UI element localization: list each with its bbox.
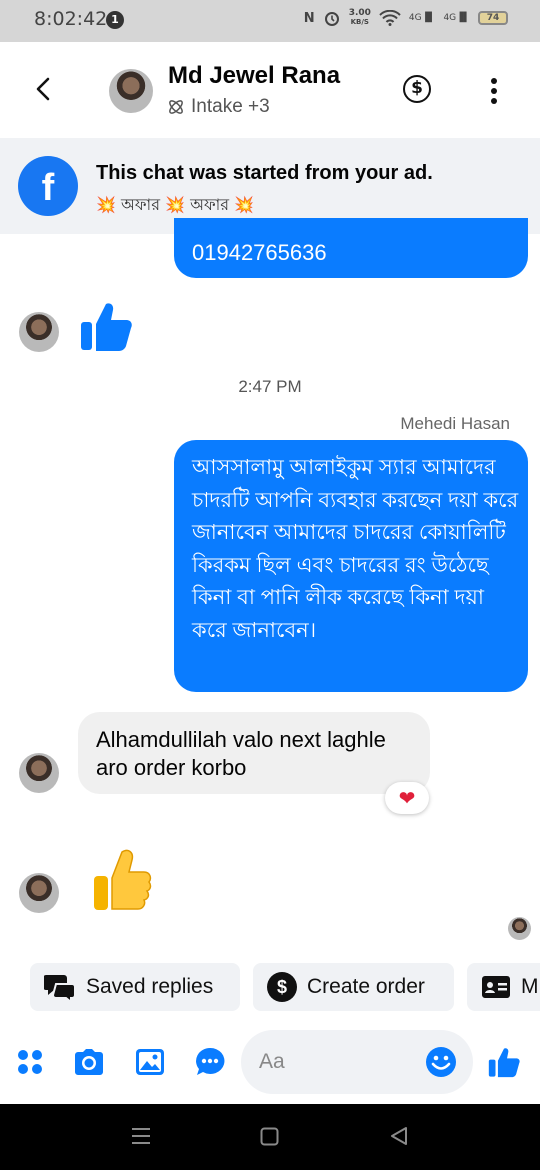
payment-button[interactable]: $ [403, 75, 431, 103]
saved-replies-icon [44, 975, 76, 1002]
dollar-icon: $ [267, 972, 297, 1002]
message-bubble-incoming[interactable]: Alhamdullilah valo next laghle aro order… [78, 712, 430, 794]
back-arrow-icon[interactable] [28, 72, 62, 106]
battery-icon: 74 [478, 11, 508, 25]
like-thumbs-up-icon[interactable] [78, 298, 134, 354]
facebook-logo-icon: f [18, 156, 78, 216]
contact-card-icon [482, 976, 510, 998]
message-text: আসসালামু আলাইকুম স্যার আমাদের চাদরটি আপন… [192, 456, 519, 642]
apps-grid-icon[interactable] [14, 1046, 46, 1078]
contact-avatar-small[interactable] [19, 873, 59, 913]
alarm-icon [324, 12, 339, 26]
message-input-placeholder: Aa [259, 1050, 285, 1073]
saved-replies-chip[interactable]: Saved replies [30, 963, 240, 1011]
message-text: 01942765636 [192, 240, 327, 265]
nfc-icon: N [303, 10, 315, 26]
label-icon [169, 100, 183, 114]
network-speed: 3.00 KB/S [348, 8, 371, 27]
message-bubble-outgoing[interactable]: 01942765636 [174, 218, 528, 278]
contact-name[interactable]: Md Jewel Rana [168, 62, 340, 90]
recent-apps-icon[interactable] [131, 1126, 151, 1146]
message-text: Alhamdullilah valo next laghle aro order… [96, 727, 386, 780]
status-bar: 8:02:42 1 N 3.00 KB/S 4G▐▌ 4G▐▌ 74 [0, 0, 540, 42]
quick-chat-icon[interactable] [194, 1046, 226, 1078]
read-receipt-avatar [508, 917, 531, 940]
contact-avatar-small[interactable] [19, 312, 59, 352]
message-timestamp: 2:47 PM [238, 377, 302, 396]
camera-icon[interactable] [73, 1046, 105, 1078]
contact-avatar[interactable] [109, 69, 153, 113]
thumbs-up-emoji-icon[interactable] [92, 846, 152, 914]
back-nav-icon[interactable] [389, 1126, 409, 1146]
ad-banner-subtitle: 💥 অফার 💥 অফার 💥 [96, 195, 255, 214]
create-order-chip[interactable]: $ Create order [253, 963, 454, 1011]
status-icons: N 3.00 KB/S 4G▐▌ 4G▐▌ 74 [304, 9, 508, 27]
emoji-icon[interactable] [425, 1046, 457, 1078]
heart-reaction-icon[interactable]: ❤ [385, 782, 429, 814]
contact-label[interactable]: Intake +3 [166, 96, 270, 118]
chat-header: Md Jewel Rana Intake +3 $ [0, 42, 540, 138]
system-navigation-bar [0, 1104, 540, 1170]
home-icon[interactable] [260, 1127, 279, 1146]
sender-name: Mehedi Hasan [400, 414, 510, 433]
signal-icon-2: 4G▐▌ [443, 13, 470, 23]
notification-badge: 1 [106, 11, 124, 29]
wifi-icon [379, 10, 401, 26]
send-like-icon[interactable] [487, 1045, 521, 1079]
signal-icon-1: 4G▐▌ [408, 13, 436, 23]
ad-banner-title: This chat was started from your ad. [96, 162, 433, 184]
status-time: 8:02:42 [34, 8, 108, 30]
message-input[interactable]: Aa [241, 1030, 473, 1094]
message-bubble-outgoing[interactable]: আসসালামু আলাইকুম স্যার আমাদের চাদরটি আপন… [174, 440, 528, 692]
gallery-icon[interactable] [134, 1046, 166, 1078]
more-options-icon[interactable] [484, 76, 504, 106]
more-quick-reply-chip[interactable]: M [467, 963, 540, 1011]
contact-avatar-small[interactable] [19, 753, 59, 793]
